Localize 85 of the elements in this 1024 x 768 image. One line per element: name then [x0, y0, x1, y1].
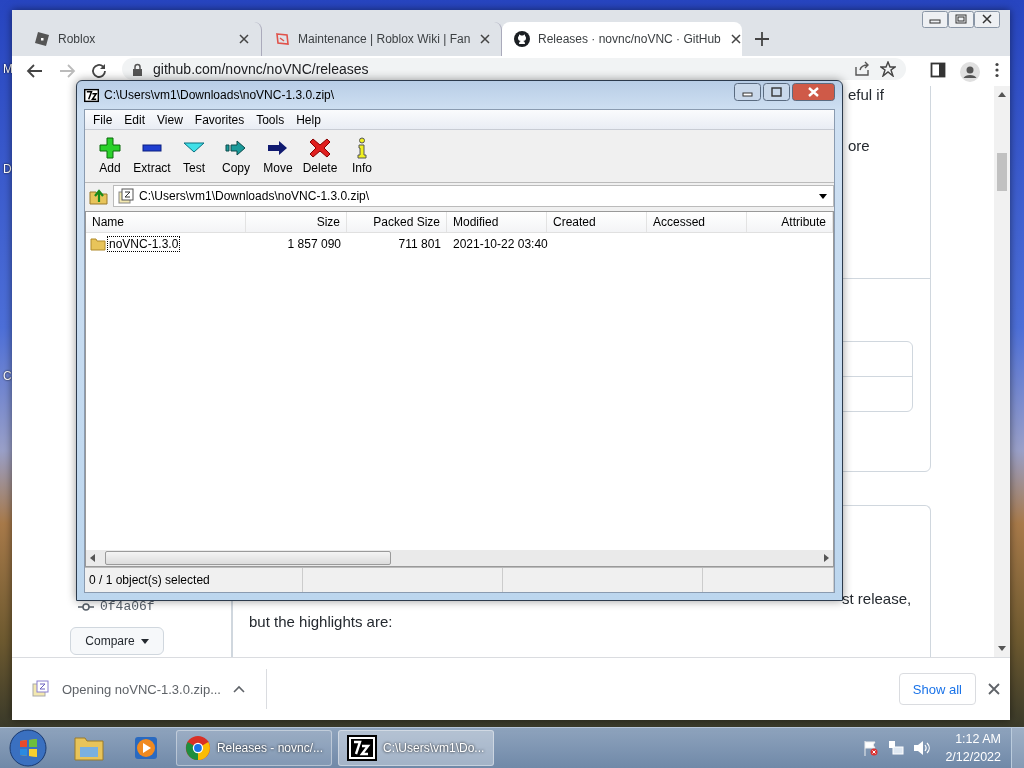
- commit-icon: [78, 601, 94, 612]
- profile-avatar-icon[interactable]: [960, 62, 980, 82]
- star-icon[interactable]: [880, 61, 896, 77]
- desktop-icon-label[interactable]: D: [3, 162, 12, 176]
- vertical-scrollbar[interactable]: [994, 86, 1010, 657]
- scroll-down-icon[interactable]: [998, 646, 1006, 651]
- release-text: but the highlights are:: [249, 613, 394, 630]
- lock-icon: [132, 62, 143, 76]
- menu-item[interactable]: File: [87, 112, 119, 127]
- column-header[interactable]: Created: [547, 212, 647, 232]
- dropdown-arrow-icon[interactable]: [819, 193, 827, 199]
- address-bar[interactable]: github.com/novnc/noVNC/releases: [122, 58, 906, 80]
- toolbar-button[interactable]: Extract: [131, 130, 173, 182]
- size-cell-text: 1 857 090: [286, 237, 342, 251]
- archive-file-icon: [32, 680, 50, 698]
- start-orb-icon[interactable]: [8, 729, 48, 767]
- flag-icon[interactable]: [863, 740, 880, 756]
- path-field[interactable]: C:\Users\vm1\Downloads\noVNC-1.3.0.zip\: [113, 185, 834, 207]
- status-text: 0 / 1 object(s) selected: [85, 568, 303, 592]
- close-icon[interactable]: [478, 32, 493, 46]
- reload-icon[interactable]: [90, 62, 108, 80]
- circle-logo-icon: [514, 31, 530, 47]
- column-header[interactable]: Name: [86, 212, 246, 232]
- url-text: github.com/novnc/noVNC/releases: [153, 61, 369, 77]
- maximize-icon[interactable]: [763, 83, 790, 101]
- release-text: ore: [848, 137, 871, 154]
- scroll-up-icon[interactable]: [998, 92, 1006, 97]
- new-tab-plus-icon[interactable]: [752, 29, 772, 49]
- browser-tab[interactable]: Releases · novnc/noVNC · GitHub: [502, 22, 742, 56]
- compare-button[interactable]: Compare: [70, 627, 164, 655]
- menu-item[interactable]: Tools: [250, 112, 291, 127]
- release-text: eful if: [848, 86, 885, 103]
- toolbar-button[interactable]: Move: [257, 130, 299, 182]
- back-arrow-icon[interactable]: [26, 62, 44, 80]
- folder-icon: [90, 236, 106, 252]
- close-icon[interactable]: [792, 83, 835, 101]
- chevron-up-icon[interactable]: [233, 685, 245, 693]
- column-header[interactable]: Attribute: [747, 212, 833, 232]
- close-icon[interactable]: [728, 32, 743, 46]
- scroll-right-icon[interactable]: [824, 554, 829, 562]
- caret-icon: [140, 638, 149, 644]
- packed-size-cell-text: 711 801: [397, 237, 442, 251]
- window-title: C:\Users\vm1\Downloads\noVNC-1.3.0.zip\: [104, 88, 335, 102]
- toolbar-button[interactable]: Info: [341, 130, 383, 182]
- desktop-icon-label[interactable]: M: [3, 62, 13, 76]
- browser-logo-icon: [185, 733, 211, 763]
- close-icon[interactable]: [988, 683, 1000, 695]
- archive-app-icon: [347, 735, 377, 761]
- arrow-right-icon: [225, 137, 247, 159]
- horizontal-scrollbar[interactable]: [86, 550, 833, 566]
- menu-item[interactable]: Favorites: [188, 112, 251, 127]
- scroll-left-icon[interactable]: [90, 554, 95, 562]
- share-icon[interactable]: [854, 61, 870, 77]
- minimize-icon[interactable]: [734, 83, 761, 101]
- menu-item[interactable]: Help: [290, 112, 327, 127]
- column-header[interactable]: Packed Size: [347, 212, 447, 232]
- network-icon[interactable]: [888, 740, 905, 756]
- modified-cell-text: 2021-10-22 03:40: [452, 237, 547, 251]
- toolbar-button[interactable]: Copy: [215, 130, 257, 182]
- minimize-icon[interactable]: [922, 11, 948, 28]
- toolbar-button[interactable]: Test: [173, 130, 215, 182]
- menu-item[interactable]: Edit: [118, 112, 152, 127]
- toolbar-button[interactable]: Add: [89, 130, 131, 182]
- download-item-label[interactable]: Opening noVNC-1.3.0.zip...: [62, 681, 221, 697]
- show-all-button[interactable]: Show all: [898, 673, 976, 705]
- archive-app-icon: [84, 87, 99, 103]
- plus-icon: [99, 137, 121, 159]
- cross-icon: [309, 137, 331, 159]
- file-name-cell[interactable]: noVNC-1.3.0: [108, 237, 180, 251]
- menu-item[interactable]: View: [151, 112, 189, 127]
- desktop-icon-label[interactable]: C: [3, 369, 12, 383]
- column-header[interactable]: Size: [246, 212, 347, 232]
- toolbar-button[interactable]: Delete: [299, 130, 341, 182]
- commit-hash[interactable]: 0f4a06f: [100, 599, 155, 614]
- close-icon[interactable]: [237, 32, 251, 46]
- menu-icon[interactable]: [994, 62, 1000, 78]
- archive-file-icon: [118, 188, 134, 204]
- column-header[interactable]: Modified: [447, 212, 547, 232]
- diamond-icon: [274, 31, 290, 47]
- close-icon[interactable]: [974, 11, 1000, 28]
- release-text: st release,: [841, 590, 913, 607]
- speaker-icon[interactable]: [913, 740, 932, 756]
- scroll-thumb[interactable]: [997, 152, 1007, 191]
- column-header[interactable]: Accessed: [647, 212, 747, 232]
- side-panel-icon[interactable]: [930, 62, 946, 78]
